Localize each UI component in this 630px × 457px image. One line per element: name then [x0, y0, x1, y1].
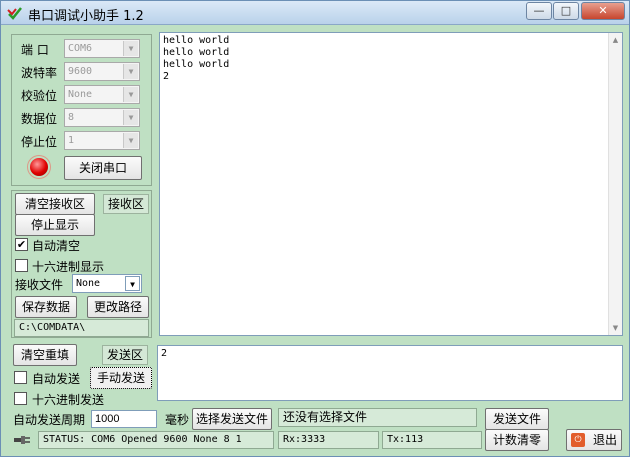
receive-file-label: 接收文件 — [15, 278, 64, 292]
scroll-down-icon[interactable]: ▼ — [609, 321, 622, 335]
baud-select[interactable]: 9600 ▼ — [64, 62, 140, 81]
parity-label: 校验位 — [21, 89, 58, 103]
port-select[interactable]: COM6 ▼ — [64, 39, 140, 58]
chevron-down-icon: ▼ — [125, 276, 140, 291]
chevron-down-icon: ▼ — [123, 87, 138, 102]
receive-area-label: 接收区 — [103, 194, 149, 214]
port-value: COM6 — [68, 43, 93, 54]
databits-value: 8 — [68, 112, 75, 123]
connection-plug-icon — [14, 436, 30, 444]
baud-value: 9600 — [68, 66, 93, 77]
port-status-led-icon — [30, 158, 48, 176]
databits-label: 数据位 — [21, 112, 58, 126]
send-textarea[interactable]: 2 — [157, 345, 623, 401]
exit-label: 退出 — [593, 433, 618, 447]
parity-select[interactable]: None ▼ — [64, 85, 140, 104]
chevron-down-icon: ▼ — [123, 133, 138, 148]
power-icon: ⏻ — [571, 433, 585, 447]
chevron-down-icon: ▼ — [123, 110, 138, 125]
stop-display-button[interactable]: 停止显示 — [15, 214, 95, 236]
period-input[interactable]: 1000 — [91, 410, 157, 428]
receive-file-select[interactable]: None ▼ — [72, 274, 142, 293]
exit-button[interactable]: ⏻ 退出 — [566, 429, 622, 451]
reset-count-button[interactable]: 计数清零 — [485, 429, 549, 451]
send-file-status: 还没有选择文件 — [278, 408, 477, 427]
port-label: 端 口 — [21, 43, 49, 57]
tx-counter: Tx:113 — [382, 431, 482, 449]
hex-send-checkbox[interactable] — [14, 392, 27, 405]
clear-send-button[interactable]: 清空重填 — [13, 344, 77, 366]
scroll-up-icon[interactable]: ▲ — [609, 33, 622, 47]
period-label: 自动发送周期 — [13, 413, 86, 427]
maximize-button[interactable]: □ — [553, 2, 579, 20]
baud-label: 波特率 — [21, 66, 58, 80]
app-icon — [7, 7, 22, 20]
hex-send-label: 十六进制发送 — [32, 393, 105, 407]
change-path-button[interactable]: 更改路径 — [87, 296, 149, 318]
rx-counter: Rx:3333 — [278, 431, 379, 449]
chevron-down-icon: ▼ — [123, 41, 138, 56]
title-bar[interactable]: 串口调试小助手 1.2 — □ ✕ — [1, 1, 629, 25]
chevron-down-icon: ▼ — [123, 64, 138, 79]
auto-send-label: 自动发送 — [32, 372, 81, 386]
close-port-button[interactable]: 关闭串口 — [64, 156, 142, 180]
hex-display-checkbox[interactable] — [15, 259, 28, 272]
databits-select[interactable]: 8 ▼ — [64, 108, 140, 127]
hex-display-label: 十六进制显示 — [32, 260, 105, 274]
stopbits-value: 1 — [68, 135, 75, 146]
parity-value: None — [68, 89, 93, 100]
auto-send-checkbox[interactable] — [14, 371, 27, 384]
receive-scrollbar[interactable]: ▲ ▼ — [608, 33, 622, 335]
save-data-button[interactable]: 保存数据 — [15, 296, 77, 318]
select-send-file-button[interactable]: 选择发送文件 — [192, 408, 272, 430]
clear-receive-button[interactable]: 清空接收区 — [15, 193, 95, 215]
manual-send-button[interactable]: 手动发送 — [90, 367, 152, 389]
status-text: STATUS: COM6 Opened 9600 None 8 1 — [38, 431, 274, 449]
send-file-button[interactable]: 发送文件 — [485, 408, 549, 430]
stopbits-label: 停止位 — [21, 135, 58, 149]
receive-file-value: None — [76, 278, 101, 289]
auto-clear-checkbox[interactable]: ✔ — [15, 238, 28, 251]
main-window: 串口调试小助手 1.2 — □ ✕ 端 口 COM6 ▼ 波特率 9600 ▼ … — [0, 0, 630, 457]
stopbits-select[interactable]: 1 ▼ — [64, 131, 140, 150]
send-area-label: 发送区 — [102, 345, 148, 365]
receive-textarea[interactable]: hello world hello world hello world 2 — [159, 32, 623, 336]
period-unit-label: 毫秒 — [165, 413, 190, 427]
auto-clear-label: 自动清空 — [32, 239, 81, 253]
close-button[interactable]: ✕ — [581, 2, 625, 20]
minimize-button[interactable]: — — [526, 2, 552, 20]
save-path-display: C:\COMDATA\ — [14, 319, 149, 337]
window-title: 串口调试小助手 1.2 — [28, 9, 144, 24]
